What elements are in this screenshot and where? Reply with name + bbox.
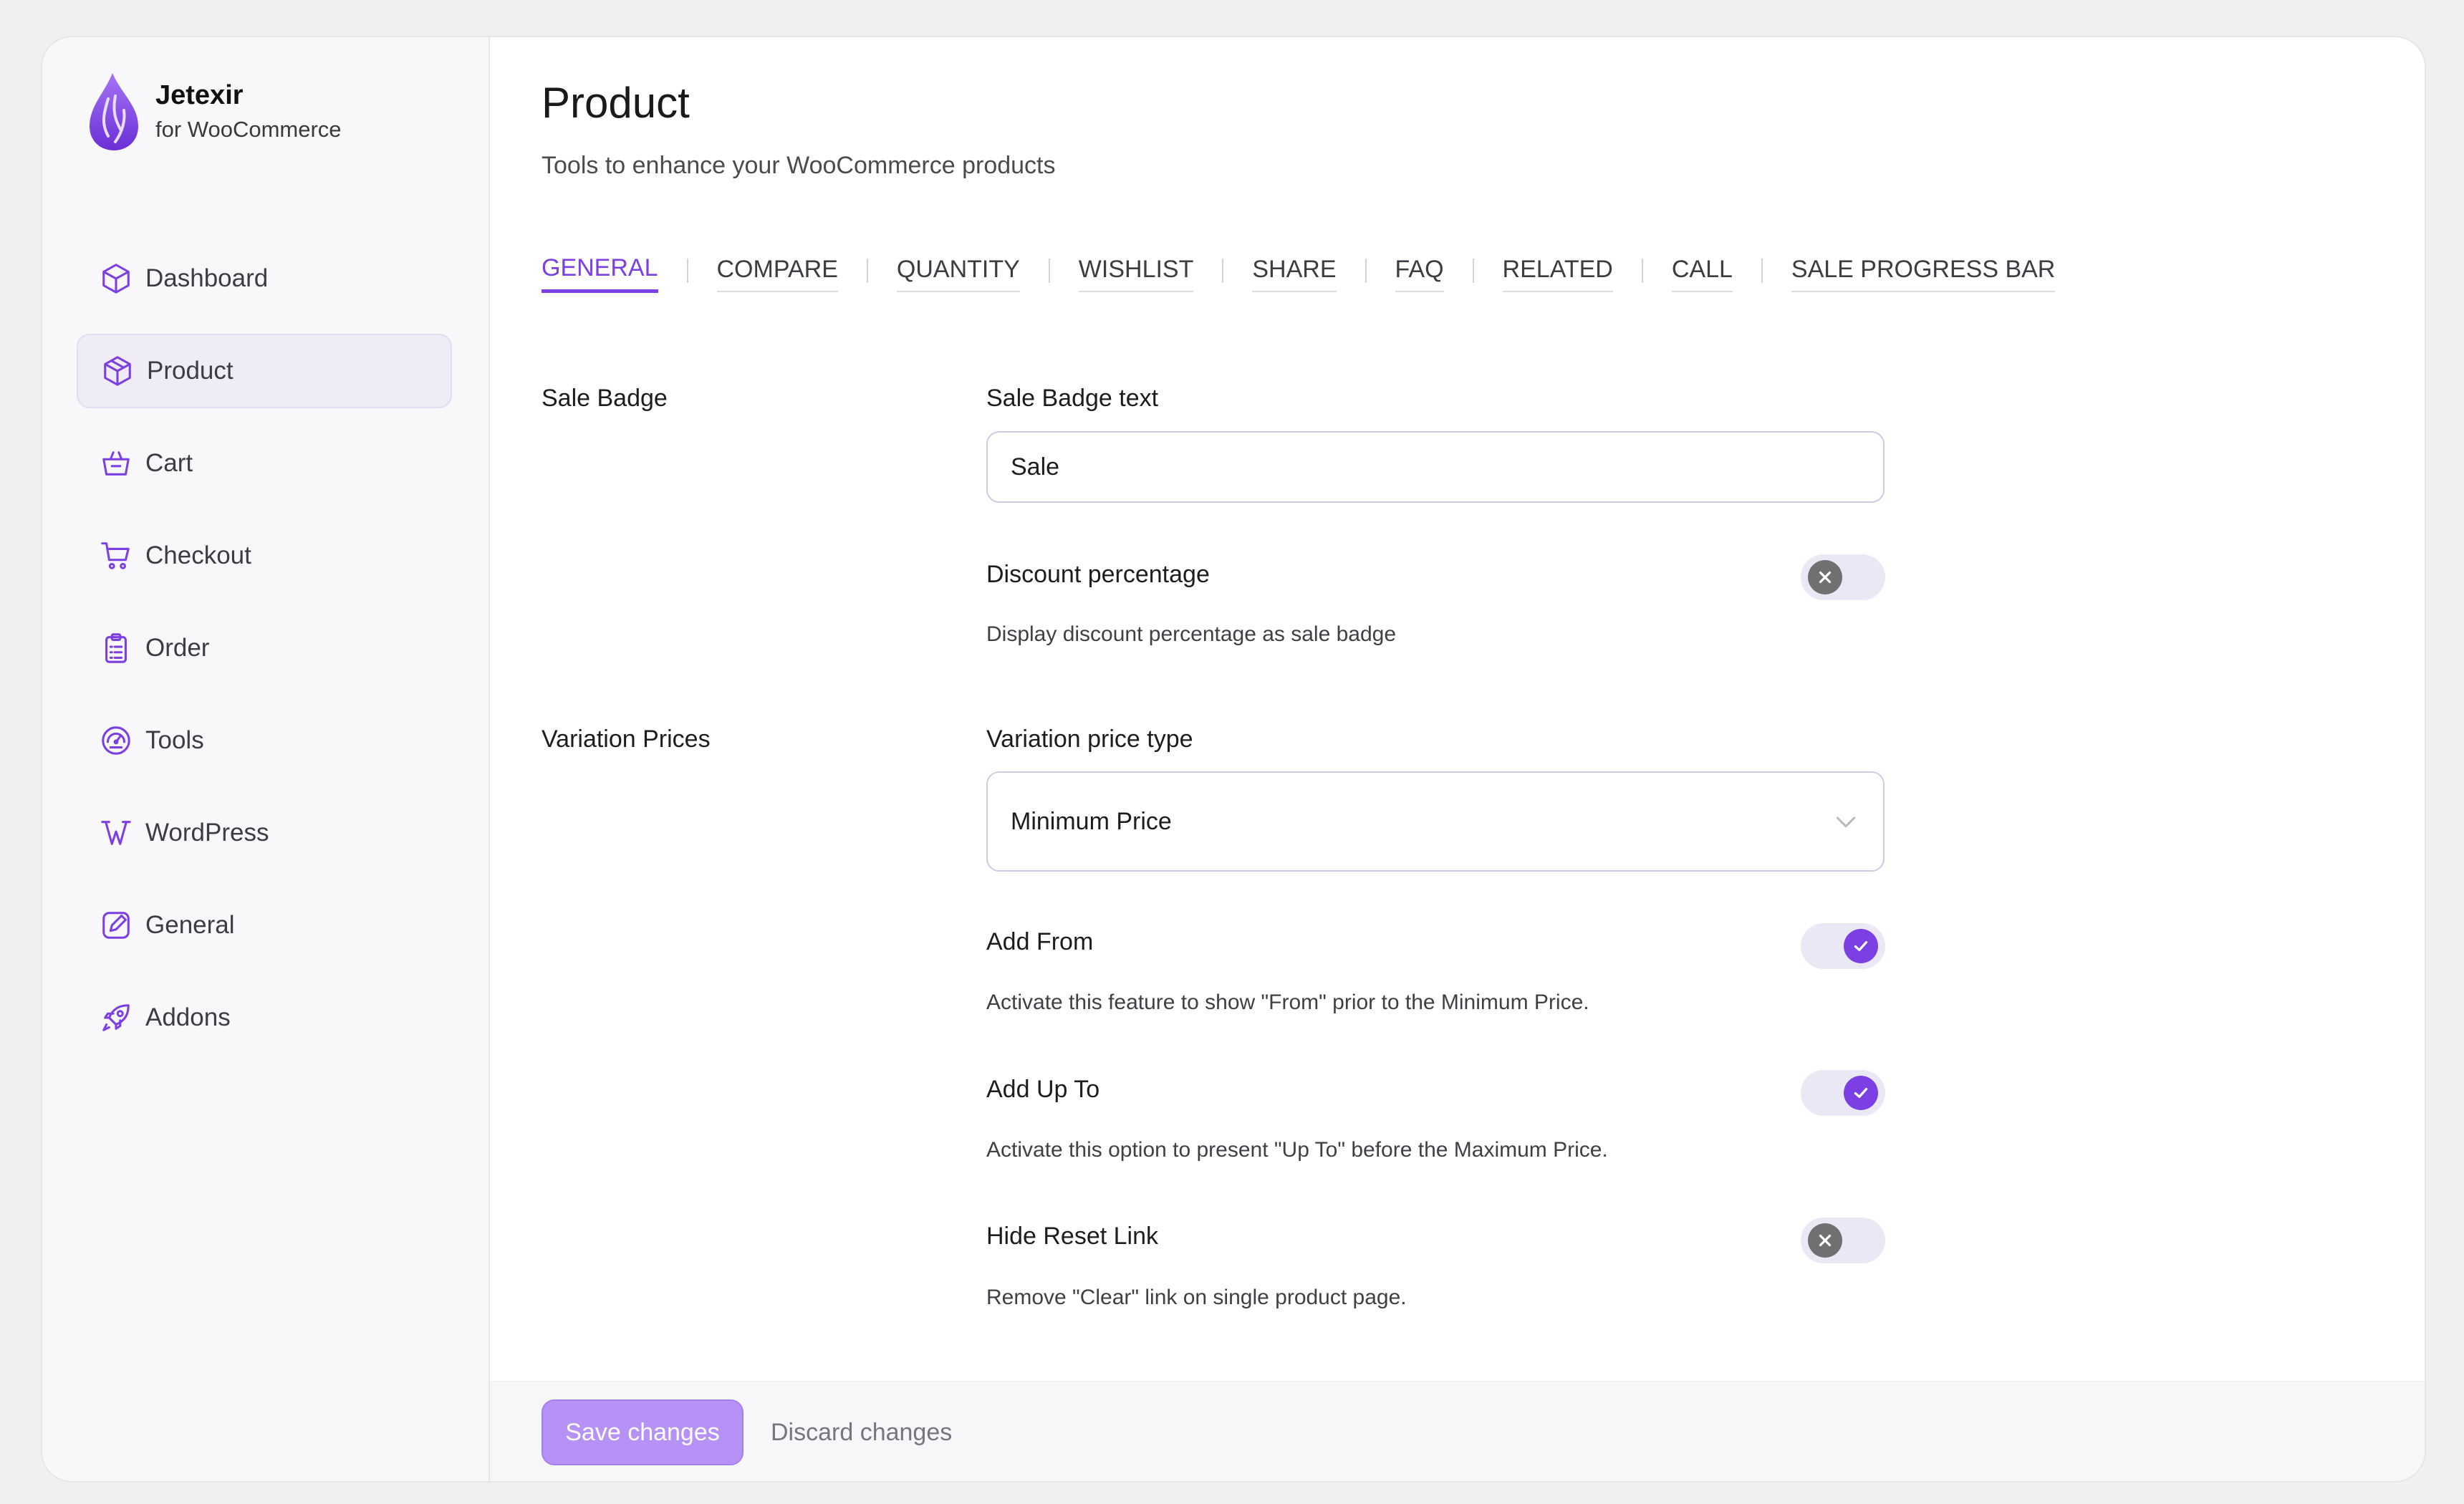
add-up-to-label: Add Up To bbox=[986, 1076, 1100, 1103]
tab-quantity[interactable]: QUANTITY bbox=[896, 256, 1020, 292]
sidebar-item-label: Dashboard bbox=[145, 264, 269, 292]
footer-bar: Save changes Discard changes bbox=[490, 1381, 2425, 1481]
add-up-to-desc: Activate this option to present "Up To" … bbox=[986, 1138, 1608, 1162]
brand[interactable]: Jetexir for WooCommerce bbox=[87, 70, 342, 153]
app-window: Jetexir for WooCommerce Dashboard Produc… bbox=[41, 36, 2426, 1483]
tab-share[interactable]: SHARE bbox=[1252, 256, 1337, 292]
hide-reset-link-desc: Remove "Clear" link on single product pa… bbox=[986, 1286, 1407, 1309]
sidebar-item-label: Addons bbox=[145, 1003, 231, 1031]
tab-bar: GENERAL COMPARE QUANTITY WISHLIST SHARE … bbox=[542, 252, 2056, 295]
tab-separator bbox=[1761, 259, 1763, 283]
sidebar-item-label: WordPress bbox=[145, 819, 269, 847]
sidebar: Jetexir for WooCommerce Dashboard Produc… bbox=[42, 37, 490, 1481]
cube-icon bbox=[100, 262, 133, 295]
tab-faq[interactable]: FAQ bbox=[1395, 256, 1444, 292]
sidebar-item-cart[interactable]: Cart bbox=[77, 426, 452, 501]
sidebar-item-general[interactable]: General bbox=[77, 888, 452, 963]
add-from-desc: Activate this feature to show "From" pri… bbox=[986, 990, 1589, 1014]
hide-reset-link-label: Hide Reset Link bbox=[986, 1223, 1159, 1250]
tab-separator bbox=[1472, 259, 1474, 283]
section-label-sale-badge: Sale Badge bbox=[542, 385, 668, 412]
tab-separator bbox=[686, 259, 688, 283]
sidebar-item-order[interactable]: Order bbox=[77, 611, 452, 685]
sidebar-item-label: Order bbox=[145, 634, 210, 662]
toggle-off-icon bbox=[1808, 560, 1842, 594]
add-up-to-toggle[interactable] bbox=[1801, 1070, 1885, 1116]
clipboard-icon bbox=[100, 632, 133, 665]
cart-icon bbox=[100, 539, 133, 572]
toggle-check-icon bbox=[1844, 929, 1878, 963]
tab-sale-progress-bar[interactable]: SALE PROGRESS BAR bbox=[1791, 256, 2056, 292]
edit-icon bbox=[100, 909, 133, 942]
brand-name: Jetexir bbox=[155, 80, 244, 110]
add-from-toggle[interactable] bbox=[1801, 923, 1885, 969]
basket-icon bbox=[100, 447, 133, 480]
box-icon bbox=[101, 355, 134, 387]
sidebar-item-label: Checkout bbox=[145, 541, 251, 569]
sale-badge-text-label: Sale Badge text bbox=[986, 385, 1159, 412]
discard-changes-button[interactable]: Discard changes bbox=[771, 1399, 952, 1465]
tab-call[interactable]: CALL bbox=[1671, 256, 1733, 292]
wordpress-icon bbox=[100, 816, 133, 849]
tab-separator bbox=[1641, 259, 1643, 283]
gauge-icon bbox=[100, 724, 133, 757]
sidebar-item-addons[interactable]: Addons bbox=[77, 980, 452, 1055]
tab-separator bbox=[1365, 259, 1367, 283]
tab-general[interactable]: GENERAL bbox=[542, 254, 658, 293]
toggle-off-icon bbox=[1808, 1223, 1842, 1258]
tab-compare[interactable]: COMPARE bbox=[716, 256, 838, 292]
sidebar-item-label: Cart bbox=[145, 449, 193, 477]
page-subtitle: Tools to enhance your WooCommerce produc… bbox=[542, 152, 1056, 179]
discount-percentage-toggle[interactable] bbox=[1801, 554, 1885, 600]
sidebar-item-product[interactable]: Product bbox=[77, 334, 452, 408]
tab-related[interactable]: RELATED bbox=[1502, 256, 1613, 292]
hide-reset-link-toggle[interactable] bbox=[1801, 1218, 1885, 1263]
chevron-down-icon bbox=[1836, 816, 1856, 828]
sidebar-item-wordpress[interactable]: WordPress bbox=[77, 796, 452, 870]
tab-separator bbox=[866, 259, 868, 283]
page-title: Product bbox=[542, 79, 690, 127]
sidebar-item-dashboard[interactable]: Dashboard bbox=[77, 241, 452, 316]
rocket-icon bbox=[100, 1001, 133, 1034]
save-changes-button[interactable]: Save changes bbox=[542, 1399, 743, 1465]
sidebar-item-label: Product bbox=[147, 357, 234, 385]
sidebar-item-checkout[interactable]: Checkout bbox=[77, 519, 452, 593]
add-from-label: Add From bbox=[986, 928, 1094, 955]
discount-percentage-label: Discount percentage bbox=[986, 561, 1210, 588]
tab-wishlist[interactable]: WISHLIST bbox=[1078, 256, 1194, 292]
variation-price-type-value: Minimum Price bbox=[1011, 807, 1172, 835]
sidebar-item-label: Tools bbox=[145, 726, 204, 754]
sale-badge-text-input[interactable] bbox=[986, 431, 1885, 503]
sidebar-item-tools[interactable]: Tools bbox=[77, 703, 452, 778]
brand-subtitle: for WooCommerce bbox=[155, 117, 342, 142]
discount-percentage-desc: Display discount percentage as sale badg… bbox=[986, 622, 1397, 646]
sidebar-item-label: General bbox=[145, 911, 235, 939]
variation-price-type-select[interactable]: Minimum Price bbox=[986, 771, 1885, 872]
tab-separator bbox=[1222, 259, 1224, 283]
variation-price-type-label: Variation price type bbox=[986, 726, 1193, 753]
main-panel: Product Tools to enhance your WooCommerc… bbox=[490, 37, 2425, 1481]
flame-drop-logo bbox=[90, 73, 138, 150]
toggle-check-icon bbox=[1844, 1076, 1878, 1110]
section-label-variation-prices: Variation Prices bbox=[542, 726, 711, 753]
sidebar-nav: Dashboard Product Cart Checkout Order To… bbox=[77, 241, 452, 1073]
tab-separator bbox=[1048, 259, 1050, 283]
